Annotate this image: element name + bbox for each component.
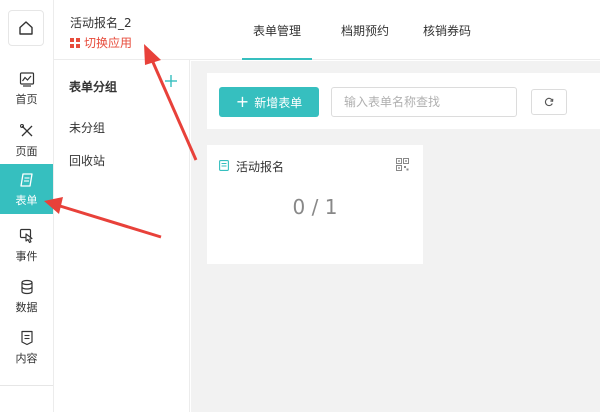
tab-schedule-booking[interactable]: 档期预约 (330, 0, 400, 60)
app-title: 活动报名_2 (70, 16, 132, 30)
form-search-input[interactable] (331, 87, 517, 117)
nav-label-content: 内容 (15, 351, 38, 365)
group-item-ungrouped[interactable]: 未分组 (69, 119, 105, 136)
database-icon (18, 278, 36, 296)
form-submission-count: 0 / 1 (292, 195, 338, 219)
tab-coupon-verification[interactable]: 核销券码 (412, 0, 482, 60)
left-nav: 首页 页面 表单 事件 数据 内容 (0, 0, 54, 412)
switch-app-label: 切换应用 (84, 36, 133, 50)
chart-icon (18, 70, 36, 88)
plus-icon: + (235, 92, 250, 111)
form-groups-panel: 表单分组 未分组 回收站 (54, 60, 190, 412)
qr-code-icon[interactable] (396, 158, 409, 171)
main-content: + 新增表单 活动报名 0 / 1 (191, 61, 600, 412)
nav-label-events: 事件 (15, 249, 38, 263)
design-tools-icon (18, 122, 36, 140)
form-card[interactable]: 活动报名 0 / 1 (207, 145, 423, 264)
nav-label-pages: 页面 (15, 144, 38, 158)
form-icon (18, 171, 36, 189)
nav-item-events[interactable]: 事件 (0, 220, 53, 270)
switch-app-link[interactable]: 切换应用 (70, 34, 132, 51)
nav-item-pages[interactable]: 页面 (0, 115, 53, 165)
nav-label-forms: 表单 (15, 193, 38, 207)
refresh-icon (544, 97, 554, 107)
new-form-label: 新增表单 (254, 95, 303, 110)
refresh-button[interactable] (531, 89, 567, 115)
nav-item-data[interactable]: 数据 (0, 271, 53, 321)
home-button[interactable] (8, 10, 44, 46)
groups-title: 表单分组 (69, 80, 118, 94)
toolbar: + 新增表单 (207, 73, 600, 129)
touch-icon (18, 227, 36, 245)
nav-item-forms[interactable]: 表单 (0, 164, 53, 214)
plus-icon (165, 75, 177, 87)
nav-label-data: 数据 (15, 300, 38, 314)
tab-form-management[interactable]: 表单管理 (242, 0, 312, 60)
grid-icon (70, 37, 80, 48)
nav-item-content[interactable]: 内容 (0, 322, 53, 372)
nav-label-home: 首页 (15, 92, 38, 106)
top-bar: 活动报名_2 切换应用 表单管理 档期预约 核销券码 (54, 0, 600, 60)
form-card-title: 活动报名 (236, 160, 285, 174)
form-doc-icon (219, 160, 229, 171)
divider (0, 385, 53, 386)
new-form-button[interactable]: + 新增表单 (219, 87, 319, 117)
home-icon (19, 21, 33, 35)
group-item-recycle-bin[interactable]: 回收站 (69, 152, 105, 169)
nav-item-home[interactable]: 首页 (0, 63, 53, 113)
add-group-button[interactable] (164, 74, 178, 92)
content-icon (18, 329, 36, 347)
